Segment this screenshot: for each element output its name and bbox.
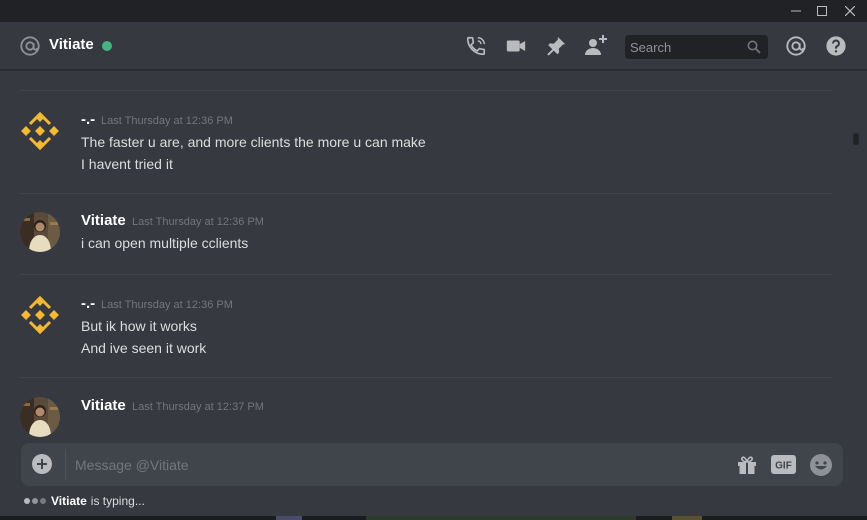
typing-text: is typing... [90, 494, 145, 508]
user-avatar[interactable] [20, 212, 60, 252]
search-box[interactable] [625, 35, 768, 59]
channel-header: Vitiate [0, 22, 867, 70]
message-author[interactable]: Vitiate [81, 212, 126, 229]
scrollbar-thumb[interactable] [853, 133, 859, 145]
message-timestamp: Last Thursday at 12:36 PM [101, 299, 233, 311]
message-timestamp: Last Thursday at 12:36 PM [101, 115, 233, 127]
typing-indicator: Vitiate is typing... [24, 493, 145, 509]
gift-icon[interactable] [736, 454, 758, 476]
message-divider [20, 193, 832, 194]
message-author[interactable]: Vitiate [81, 397, 126, 414]
search-icon [747, 40, 761, 54]
call-icon[interactable] [464, 34, 488, 58]
typing-user: Vitiate [51, 494, 87, 508]
message-timestamp: Last Thursday at 12:37 PM [132, 401, 264, 413]
binance-logo-avatar[interactable] [20, 111, 60, 151]
pin-icon[interactable] [544, 34, 568, 58]
online-status-icon [102, 41, 112, 51]
message-scrollbar[interactable] [852, 71, 860, 443]
gif-icon[interactable]: GIF [771, 455, 796, 474]
message-divider [20, 274, 832, 275]
search-input[interactable] [625, 35, 743, 59]
at-icon [19, 35, 41, 57]
message-input[interactable] [75, 443, 715, 486]
window-titlebar [0, 0, 867, 22]
plus-icon[interactable] [32, 454, 52, 474]
background-app-fragment [366, 516, 636, 520]
message-composer: GIF [21, 443, 843, 486]
message-divider [20, 90, 832, 91]
message-text: i can open multiple cclients [81, 235, 249, 251]
gif-label: GIF [775, 461, 792, 472]
close-icon[interactable] [836, 0, 864, 22]
user-avatar[interactable] [20, 397, 60, 437]
mention-icon[interactable] [784, 34, 808, 58]
message-author[interactable]: -.- [81, 111, 95, 128]
message-divider [20, 377, 832, 378]
composer-separator [65, 449, 66, 480]
background-app-fragment [276, 516, 302, 520]
emoji-icon[interactable] [809, 453, 833, 477]
dm-channel-view: Vitiate Search -.- Last Thursday at 12:3… [0, 22, 867, 516]
video-icon[interactable] [504, 34, 528, 58]
minimize-icon[interactable] [782, 0, 810, 22]
add-user-icon[interactable] [584, 34, 608, 58]
channel-title: Vitiate [49, 36, 94, 53]
maximize-icon[interactable] [808, 0, 836, 22]
binance-logo-avatar[interactable] [20, 295, 60, 335]
typing-dots-icon [24, 498, 46, 504]
message-text: But ik how it works [81, 318, 197, 334]
message-timestamp: Last Thursday at 12:36 PM [132, 216, 264, 228]
message-text: I havent tried it [81, 156, 173, 172]
message-text: The faster u are, and more clients the m… [81, 134, 426, 150]
message-text: And ive seen it work [81, 340, 207, 356]
help-icon[interactable] [824, 34, 848, 58]
message-author[interactable]: -.- [81, 295, 95, 312]
message-list: -.- Last Thursday at 12:36 PM The faster… [0, 71, 848, 443]
background-app-fragment [672, 516, 702, 520]
